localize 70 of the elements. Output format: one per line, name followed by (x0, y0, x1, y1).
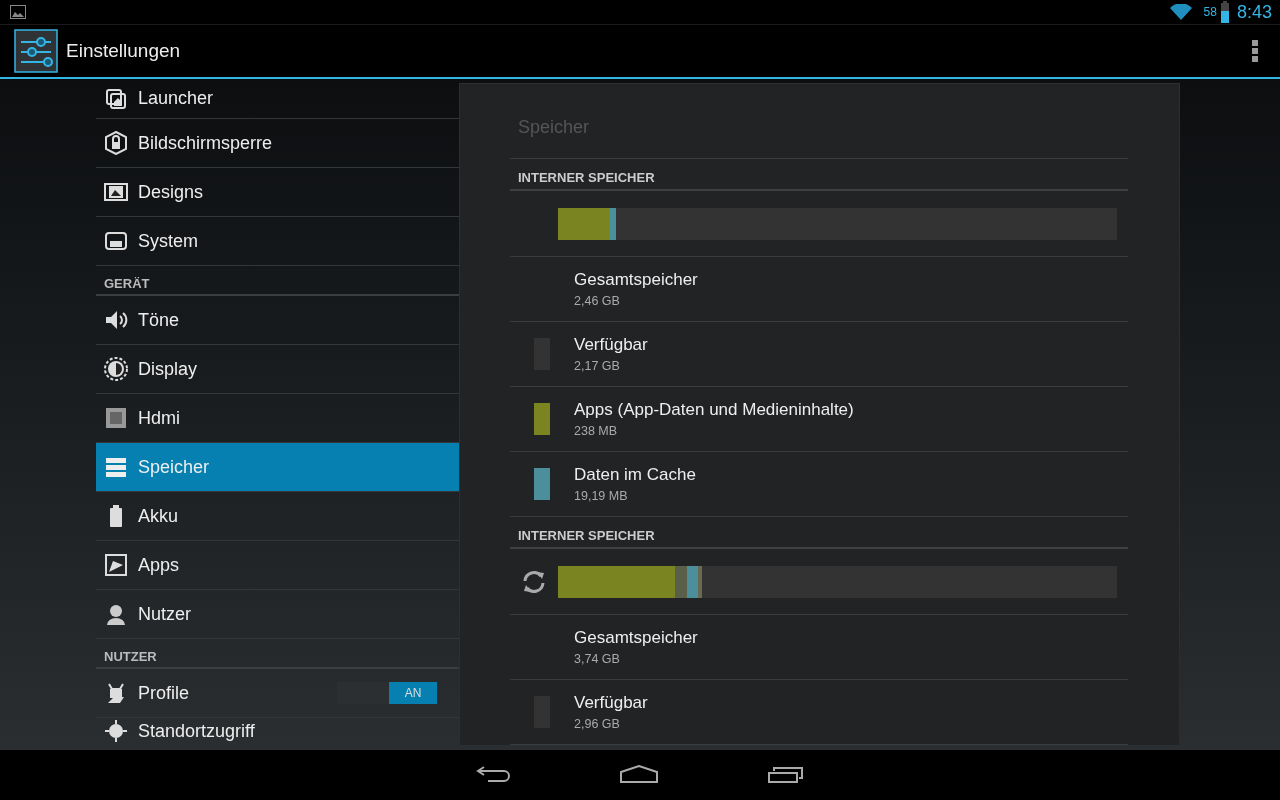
storage-row[interactable]: Gesamtspeicher 2,46 GB (510, 257, 1128, 322)
apps-icon (104, 553, 128, 577)
row-label: Verfügbar (574, 691, 648, 714)
settings-item[interactable]: Speicher (96, 443, 459, 492)
row-value: 3,74 GB (574, 651, 621, 669)
row-label: Apps (App-Daten und Medieninhalte) (574, 398, 854, 421)
item-label: Apps (138, 553, 180, 577)
brightness-icon (104, 357, 128, 381)
app-title: Einstellungen (66, 38, 181, 63)
settings-item[interactable]: Launcher (96, 79, 459, 119)
settings-item[interactable]: Bildschirmsperre (96, 119, 459, 168)
row-value: 2,96 GB (574, 716, 621, 734)
item-label: Standortzugriff (138, 719, 255, 743)
settings-item[interactable]: Apps (96, 541, 459, 590)
item-label: Launcher (138, 87, 214, 110)
settings-item[interactable]: Akku (96, 492, 459, 541)
storage-row[interactable]: Apps (App-Daten und Medieninhalte) 238 MB (510, 387, 1128, 452)
section-header: INTERNER SPEICHER (518, 528, 655, 543)
home-icon[interactable] (620, 765, 658, 783)
row-label: Gesamtspeicher (574, 268, 698, 291)
section-header: NUTZER (96, 639, 459, 669)
settings-item[interactable]: Nutzer (96, 590, 459, 639)
item-label: System (138, 229, 198, 253)
lock-icon (104, 131, 128, 155)
storage-row[interactable]: Verfügbar 2,96 GB (510, 680, 1128, 745)
launcher-icon (104, 86, 128, 111)
settings-item[interactable]: Profile AN (96, 669, 459, 718)
picture-notification-icon (10, 5, 26, 19)
row-value: 238 MB (574, 423, 619, 441)
device-window-icon (104, 229, 128, 253)
settings-item[interactable]: Standortzugriff (96, 718, 459, 744)
item-label: Töne (138, 308, 180, 332)
item-label: Akku (138, 504, 179, 528)
switch-thumb: AN (389, 682, 437, 704)
section-header: INTERNER SPEICHER (518, 170, 655, 185)
storage-row[interactable]: Verfügbar 2,17 GB (510, 322, 1128, 387)
storage-icon (104, 455, 128, 479)
item-label: Speicher (138, 455, 210, 479)
recent-apps-icon[interactable] (768, 765, 804, 783)
row-value: 2,17 GB (574, 358, 621, 376)
wifi-icon (1169, 3, 1192, 21)
chip-icon (104, 406, 128, 430)
overflow-menu-icon[interactable] (1252, 40, 1258, 62)
back-icon[interactable] (476, 765, 510, 783)
item-label: Hdmi (138, 406, 180, 430)
settings-app-icon[interactable] (14, 29, 58, 73)
row-value: 19,19 MB (574, 488, 629, 506)
user-icon (104, 602, 128, 626)
item-label: Display (138, 357, 198, 381)
settings-item[interactable]: Designs (96, 168, 459, 217)
item-label: Bildschirmsperre (138, 131, 273, 155)
settings-item[interactable]: System (96, 217, 459, 266)
section-header: GERÄT (96, 266, 459, 296)
location-icon (104, 719, 128, 743)
storage-row[interactable]: Daten im Cache 19,19 MB (510, 452, 1128, 517)
storage-row[interactable]: Gesamtspeicher 3,74 GB (510, 615, 1128, 680)
settings-item[interactable]: Töne (96, 296, 459, 345)
battery-icon (1220, 1, 1229, 23)
clock-time: 8:43 (1236, 0, 1272, 24)
settings-item[interactable]: Display (96, 345, 459, 394)
item-label: Profile (138, 681, 190, 705)
sync-icon[interactable] (521, 568, 547, 595)
item-label: Nutzer (138, 602, 191, 626)
row-label: Gesamtspeicher (574, 626, 698, 649)
battery-percentage: 58 (1203, 4, 1217, 21)
row-value: 2,46 GB (574, 293, 621, 311)
item-label: Designs (138, 180, 204, 204)
picture-icon (104, 180, 128, 204)
row-label: Verfügbar (574, 333, 648, 356)
row-label: Daten im Cache (574, 463, 696, 486)
